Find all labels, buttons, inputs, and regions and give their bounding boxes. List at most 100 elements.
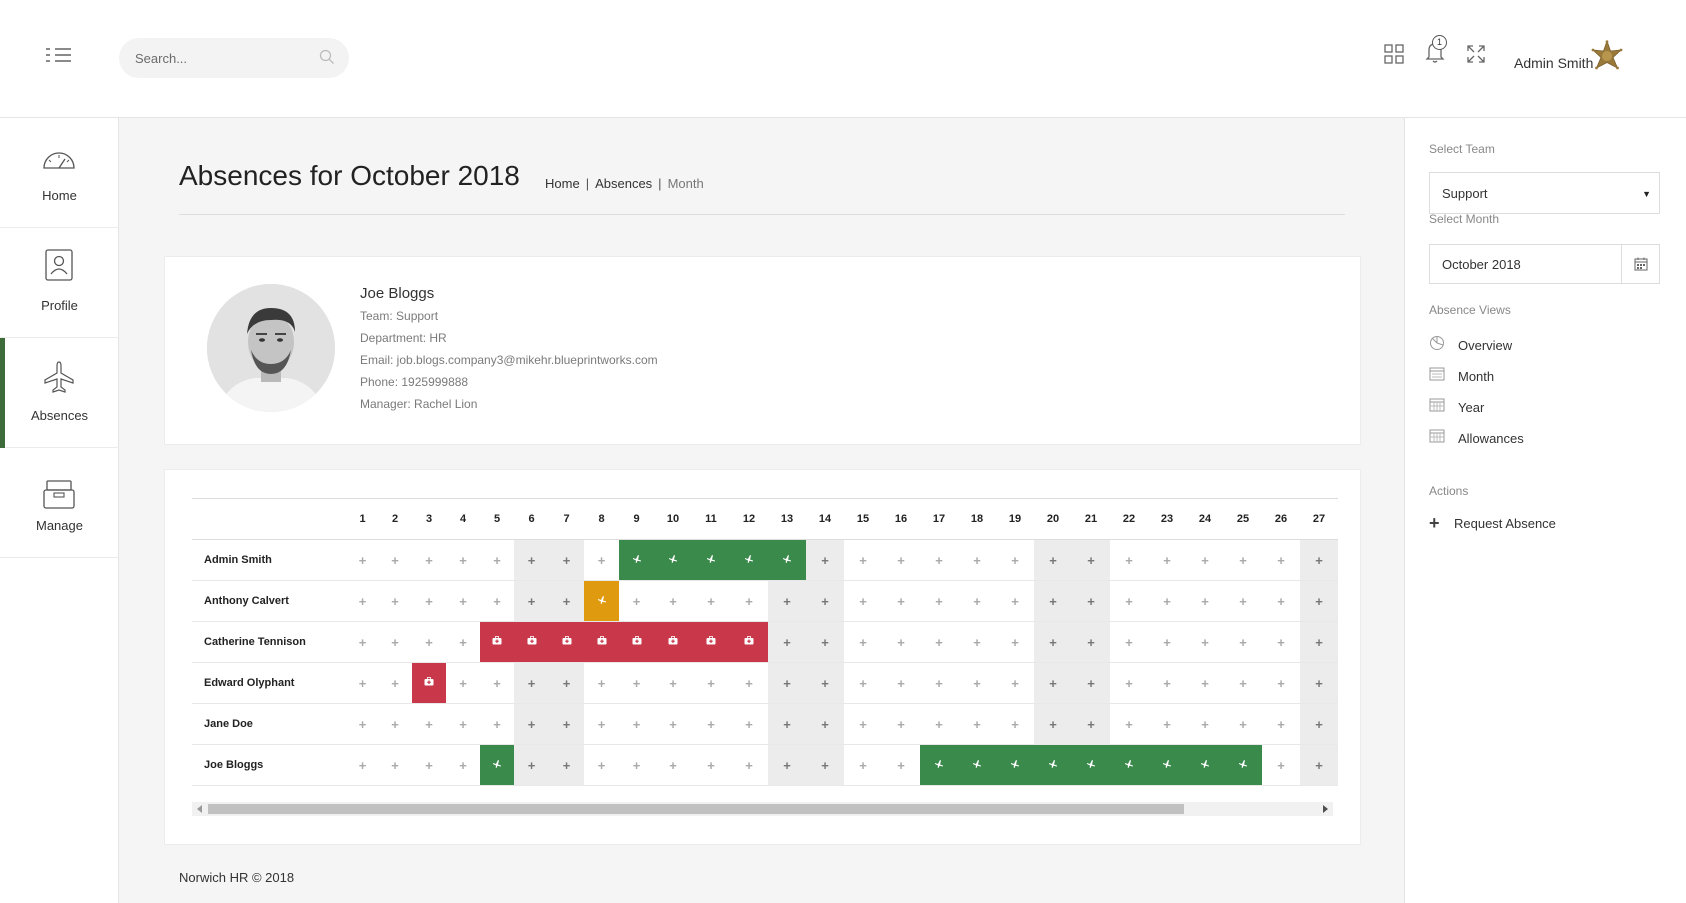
add-absence-cell[interactable]: + — [882, 662, 920, 704]
add-absence-cell[interactable]: + — [619, 580, 654, 622]
add-absence-cell[interactable]: + — [480, 703, 514, 745]
add-absence-cell[interactable]: + — [1186, 580, 1224, 622]
holiday-cell[interactable] — [1186, 744, 1224, 786]
add-absence-cell[interactable]: + — [378, 621, 412, 663]
add-absence-cell[interactable]: + — [1224, 621, 1262, 663]
weekend-cell[interactable]: + — [806, 703, 844, 745]
add-absence-cell[interactable]: + — [692, 744, 730, 786]
add-absence-cell[interactable]: + — [347, 662, 378, 704]
add-absence-cell[interactable]: + — [619, 662, 654, 704]
weekend-cell[interactable]: + — [1034, 539, 1072, 581]
weekend-cell[interactable]: + — [1072, 539, 1110, 581]
weekend-cell[interactable]: + — [549, 662, 584, 704]
scroll-right-arrow-icon[interactable] — [1323, 805, 1328, 813]
add-absence-cell[interactable]: + — [412, 580, 446, 622]
add-absence-cell[interactable]: + — [1186, 539, 1224, 581]
add-absence-cell[interactable]: + — [446, 539, 480, 581]
add-absence-cell[interactable]: + — [882, 703, 920, 745]
add-absence-cell[interactable]: + — [480, 662, 514, 704]
weekend-cell[interactable]: + — [1034, 580, 1072, 622]
add-absence-cell[interactable]: + — [692, 580, 730, 622]
weekend-cell[interactable]: + — [1072, 662, 1110, 704]
fullscreen-icon[interactable] — [1466, 44, 1486, 64]
weekend-cell[interactable]: + — [1072, 703, 1110, 745]
add-absence-cell[interactable]: + — [584, 662, 619, 704]
apps-grid-icon[interactable] — [1384, 44, 1404, 64]
nav-item-home[interactable]: Home — [0, 118, 119, 228]
add-absence-cell[interactable]: + — [844, 621, 882, 663]
search-icon[interactable] — [319, 49, 335, 65]
sick-day-cell[interactable] — [730, 621, 768, 663]
add-absence-cell[interactable]: + — [730, 662, 768, 704]
weekend-cell[interactable]: + — [1072, 621, 1110, 663]
scroll-left-arrow-icon[interactable] — [197, 805, 202, 813]
calendar-button[interactable] — [1621, 245, 1659, 283]
weekend-cell[interactable]: + — [514, 744, 549, 786]
weekend-cell[interactable]: + — [1034, 662, 1072, 704]
add-absence-cell[interactable]: + — [1262, 539, 1300, 581]
holiday-cell[interactable] — [768, 539, 806, 581]
weekend-cell[interactable]: + — [1300, 580, 1338, 622]
add-absence-cell[interactable]: + — [692, 703, 730, 745]
add-absence-cell[interactable]: + — [1148, 621, 1186, 663]
sick-day-cell[interactable] — [654, 621, 692, 663]
weekend-cell[interactable]: + — [1300, 662, 1338, 704]
add-absence-cell[interactable]: + — [412, 703, 446, 745]
add-absence-cell[interactable]: + — [446, 703, 480, 745]
add-absence-cell[interactable]: + — [1224, 662, 1262, 704]
add-absence-cell[interactable]: + — [1262, 703, 1300, 745]
sick-day-cell[interactable] — [549, 621, 584, 663]
add-absence-cell[interactable]: + — [730, 703, 768, 745]
weekend-cell[interactable]: + — [514, 580, 549, 622]
sheriff-star-avatar-icon[interactable] — [1590, 40, 1624, 74]
weekend-cell[interactable]: + — [1300, 744, 1338, 786]
add-absence-cell[interactable]: + — [844, 744, 882, 786]
add-absence-cell[interactable]: + — [654, 580, 692, 622]
add-absence-cell[interactable]: + — [378, 539, 412, 581]
add-absence-cell[interactable]: + — [692, 662, 730, 704]
add-absence-cell[interactable]: + — [1186, 703, 1224, 745]
holiday-cell[interactable] — [1034, 744, 1072, 786]
holiday-cell[interactable] — [654, 539, 692, 581]
add-absence-cell[interactable]: + — [446, 744, 480, 786]
add-absence-cell[interactable]: + — [996, 621, 1034, 663]
add-absence-cell[interactable]: + — [378, 580, 412, 622]
add-absence-cell[interactable]: + — [654, 662, 692, 704]
add-absence-cell[interactable]: + — [347, 744, 378, 786]
add-absence-cell[interactable]: + — [958, 580, 996, 622]
weekend-cell[interactable]: + — [549, 580, 584, 622]
add-absence-cell[interactable]: + — [1110, 621, 1148, 663]
add-absence-cell[interactable]: + — [378, 662, 412, 704]
holiday-cell[interactable] — [996, 744, 1034, 786]
add-absence-cell[interactable]: + — [378, 703, 412, 745]
add-absence-cell[interactable]: + — [1110, 662, 1148, 704]
add-absence-cell[interactable]: + — [347, 703, 378, 745]
add-absence-cell[interactable]: + — [844, 662, 882, 704]
add-absence-cell[interactable]: + — [412, 621, 446, 663]
add-absence-cell[interactable]: + — [619, 744, 654, 786]
sick-day-cell[interactable] — [584, 621, 619, 663]
add-absence-cell[interactable]: + — [1110, 539, 1148, 581]
add-absence-cell[interactable]: + — [920, 539, 958, 581]
weekend-cell[interactable]: + — [1072, 580, 1110, 622]
weekend-cell[interactable]: + — [514, 662, 549, 704]
add-absence-cell[interactable]: + — [378, 744, 412, 786]
team-select[interactable]: Support ▼ — [1429, 172, 1660, 214]
search-input[interactable] — [135, 38, 305, 78]
add-absence-cell[interactable]: + — [996, 703, 1034, 745]
add-absence-cell[interactable]: + — [619, 703, 654, 745]
menu-toggle-icon[interactable] — [46, 48, 72, 64]
add-absence-cell[interactable]: + — [1148, 662, 1186, 704]
sick-day-cell[interactable] — [692, 621, 730, 663]
holiday-cell[interactable] — [958, 744, 996, 786]
weekend-cell[interactable]: + — [1300, 539, 1338, 581]
add-absence-cell[interactable]: + — [1110, 703, 1148, 745]
pending-holiday-cell[interactable] — [584, 580, 619, 622]
add-absence-cell[interactable]: + — [446, 662, 480, 704]
weekend-cell[interactable]: + — [1034, 703, 1072, 745]
holiday-cell[interactable] — [1110, 744, 1148, 786]
weekend-cell[interactable]: + — [1300, 621, 1338, 663]
add-absence-cell[interactable]: + — [1148, 703, 1186, 745]
add-absence-cell[interactable]: + — [480, 580, 514, 622]
add-absence-cell[interactable]: + — [844, 703, 882, 745]
